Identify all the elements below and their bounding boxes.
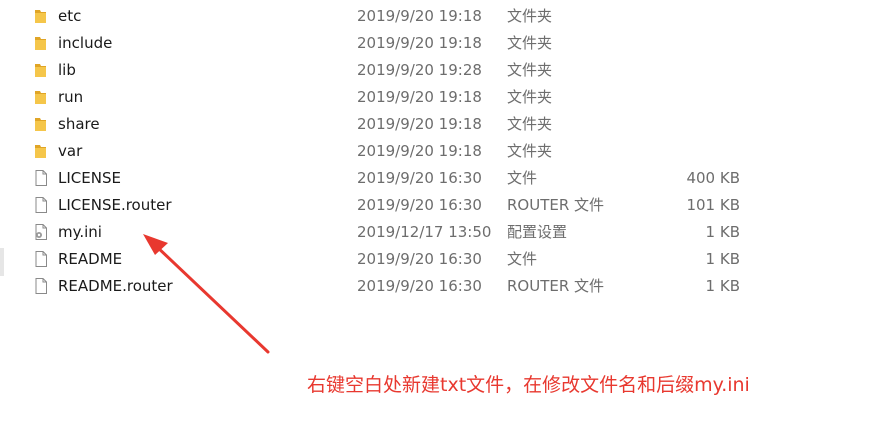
annotation-text: 右键空白处新建txt文件，在修改文件名和后缀my.ini <box>307 374 750 396</box>
